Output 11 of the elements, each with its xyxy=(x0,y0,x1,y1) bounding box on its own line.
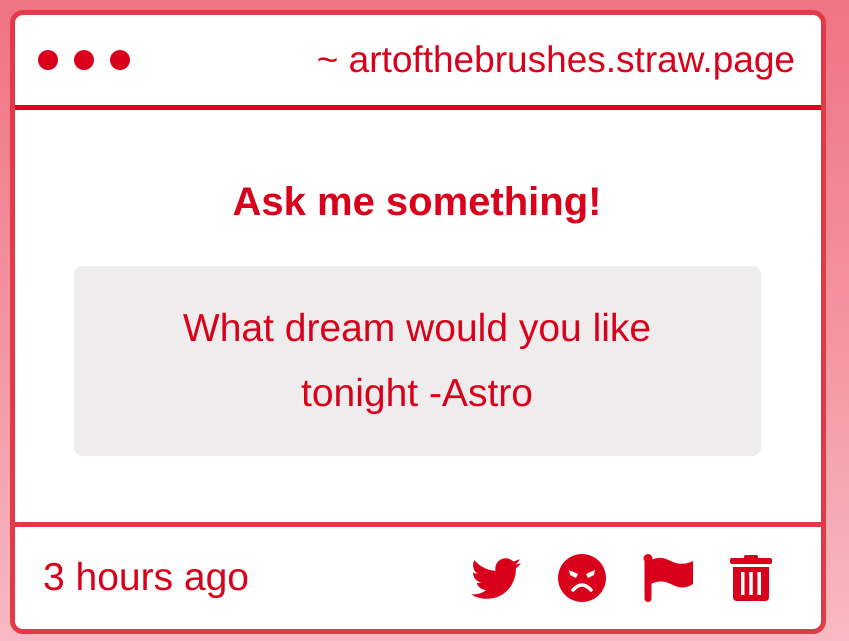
page-address: ~ artofthebrushes.straw.page xyxy=(316,38,795,82)
dot-icon xyxy=(74,50,94,70)
bird-icon[interactable] xyxy=(471,558,521,598)
trash-icon[interactable] xyxy=(730,555,772,601)
question-text: What dream would you like tonight -Astro xyxy=(182,307,652,415)
flag-icon[interactable] xyxy=(643,554,693,602)
dot-icon xyxy=(110,50,130,70)
angry-face-icon[interactable] xyxy=(558,554,606,602)
prompt-title: Ask me something! xyxy=(232,179,602,226)
dot-icon xyxy=(38,50,58,70)
timestamp: 3 hours ago xyxy=(43,555,249,601)
